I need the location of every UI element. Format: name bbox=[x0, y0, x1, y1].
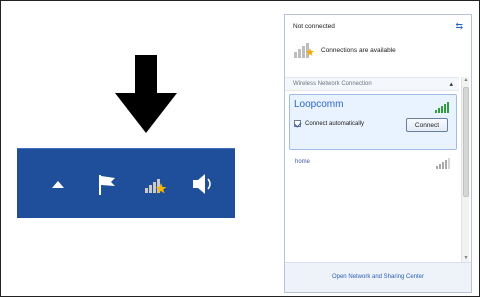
connection-status-text: Not connected bbox=[293, 23, 335, 30]
wireless-section-header[interactable]: Wireless Network Connection ▴ bbox=[285, 77, 459, 91]
chevron-up-icon: ▴ bbox=[449, 81, 453, 88]
network-bars-warning-icon bbox=[294, 43, 314, 58]
signal-strength-icon bbox=[436, 158, 450, 169]
network-name: Loopcomm bbox=[294, 99, 344, 110]
network-list-scrollbar[interactable]: ▲ ▼ bbox=[461, 77, 469, 263]
connect-button[interactable]: Connect bbox=[406, 118, 448, 132]
network-item-home[interactable]: home bbox=[289, 152, 457, 178]
network-sharing-center-link[interactable]: Open Network and Sharing Center bbox=[285, 274, 471, 280]
action-center-flag-icon[interactable] bbox=[91, 169, 121, 199]
scroll-up-icon[interactable]: ▲ bbox=[462, 77, 470, 85]
connections-available-label: Connections are available bbox=[321, 46, 396, 54]
refresh-icon[interactable]: ⇆ bbox=[455, 21, 463, 32]
network-flyout: Not connected ⇆ Connections are availabl… bbox=[284, 14, 472, 293]
connect-automatically-label: Connect automatically bbox=[305, 120, 365, 127]
network-name: home bbox=[295, 159, 311, 165]
flyout-footer: Open Network and Sharing Center bbox=[285, 262, 471, 292]
scroll-thumb[interactable] bbox=[463, 87, 469, 197]
signal-strength-icon bbox=[435, 102, 449, 113]
connect-automatically-checkbox[interactable] bbox=[294, 120, 301, 127]
wireless-network-icon[interactable] bbox=[139, 169, 169, 199]
taskbar-notification-area bbox=[17, 148, 235, 218]
connections-available-row: Connections are available bbox=[293, 39, 396, 61]
section-header-label: Wireless Network Connection bbox=[293, 81, 372, 87]
connect-automatically-row: Connect automatically bbox=[294, 120, 364, 127]
show-hidden-icons-icon[interactable] bbox=[43, 169, 73, 199]
speaker-icon[interactable] bbox=[187, 169, 217, 199]
down-arrow-icon bbox=[115, 55, 177, 133]
screenshot-frame: Not connected ⇆ Connections are availabl… bbox=[0, 0, 480, 297]
network-item-loopcomm[interactable]: Loopcomm Connect automatically Connect bbox=[289, 94, 457, 150]
